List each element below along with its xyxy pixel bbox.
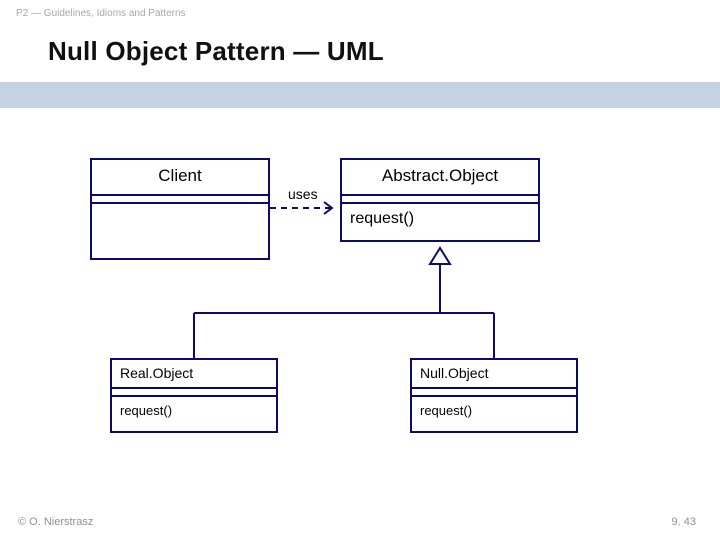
uml-ops-section: request() (342, 204, 538, 240)
uml-ops-section (92, 204, 268, 258)
uml-attr-section (342, 196, 538, 204)
generalization-triangle (430, 248, 450, 264)
page-title: Null Object Pattern — UML (48, 36, 384, 67)
uml-class-name: Client (92, 160, 268, 196)
footer-copyright: © O. Nierstrasz (18, 516, 93, 528)
uses-arrow-head (324, 202, 332, 214)
uml-ops-section: request() (112, 397, 276, 431)
uml-class-null-object: Null.Object request() (410, 358, 578, 433)
uml-attr-section (412, 389, 576, 397)
title-banner (0, 82, 720, 108)
uml-class-name: Null.Object (412, 360, 576, 389)
uml-class-name: Real.Object (112, 360, 276, 389)
uml-attr-section (112, 389, 276, 397)
uml-class-client: Client (90, 158, 270, 260)
breadcrumb: P2 — Guidelines, Idioms and Patterns (16, 8, 186, 19)
uml-attr-section (92, 196, 268, 204)
uml-diagram: Client Abstract.Object request() Real.Ob… (0, 108, 720, 508)
footer-page-number: 9. 43 (672, 516, 696, 528)
uml-class-abstract-object: Abstract.Object request() (340, 158, 540, 242)
uml-ops-section: request() (412, 397, 576, 431)
uml-class-real-object: Real.Object request() (110, 358, 278, 433)
uml-class-name: Abstract.Object (342, 160, 538, 196)
uses-label: uses (288, 186, 318, 202)
